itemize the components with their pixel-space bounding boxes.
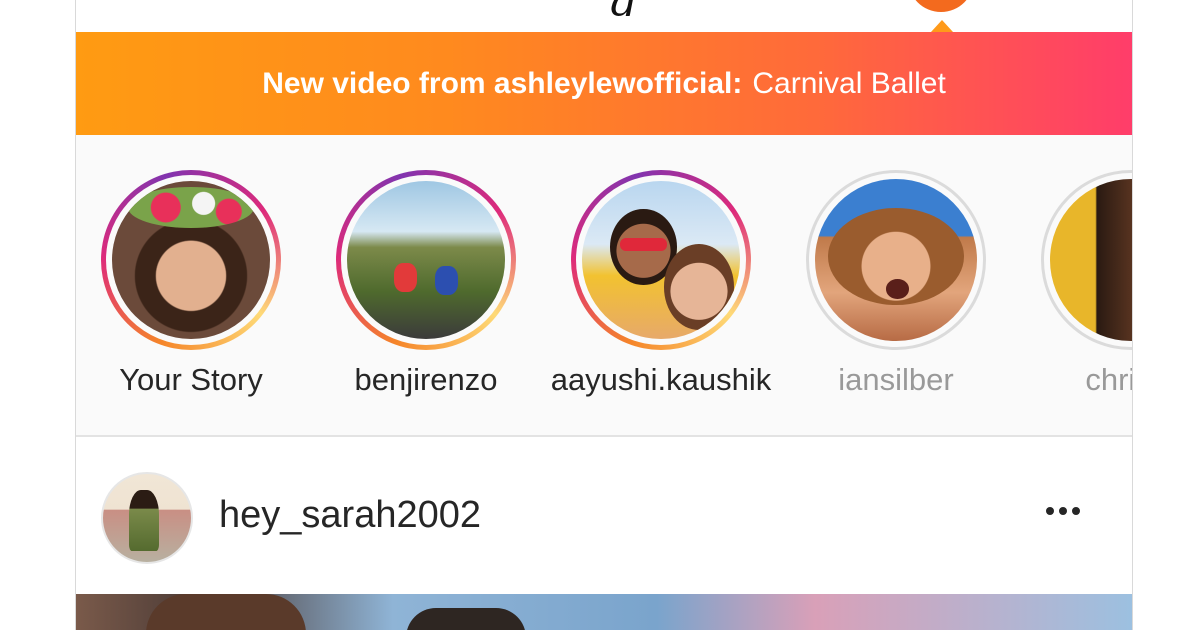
story-ring <box>571 170 751 350</box>
story-ring <box>101 170 281 350</box>
stories-tray: Your Story benjirenzo aayushi.kaushik ia… <box>76 135 1132 435</box>
story-item-iansilber[interactable]: iansilber <box>776 170 1016 398</box>
story-item-christe[interactable]: christe <box>1011 170 1132 398</box>
story-ring <box>806 170 986 350</box>
avatar <box>1050 179 1132 341</box>
notification-pointer <box>931 20 953 32</box>
story-ring <box>336 170 516 350</box>
story-item-aayushi-kaushik[interactable]: aayushi.kaushik <box>541 170 781 398</box>
post-header: hey_sarah2002 <box>76 437 1132 594</box>
story-label: christe <box>1085 362 1132 397</box>
avatar <box>347 181 505 339</box>
story-item-your-story[interactable]: Your Story <box>76 170 311 398</box>
story-label: iansilber <box>838 362 954 397</box>
avatar <box>582 181 740 339</box>
notification-banner[interactable]: New video from ashleylewofficial: Carniv… <box>76 32 1132 135</box>
top-navigation-bar: g <box>76 0 1132 32</box>
avatar <box>815 179 977 341</box>
story-item-benjirenzo[interactable]: benjirenzo <box>306 170 546 398</box>
activity-icon[interactable] <box>908 0 974 12</box>
more-horizontal-icon[interactable] <box>1046 507 1080 515</box>
story-label: Your Story <box>119 362 263 397</box>
post-username[interactable]: hey_sarah2002 <box>219 494 481 537</box>
avatar <box>112 181 270 339</box>
app-screen: g New video from ashleylewofficial: Carn… <box>75 0 1133 630</box>
instagram-logo: g <box>608 0 648 16</box>
post-image[interactable] <box>76 594 1132 630</box>
story-ring <box>1041 170 1132 350</box>
banner-lead-text: New video from ashleylewofficial: <box>262 66 743 100</box>
post-author-avatar[interactable] <box>101 472 193 564</box>
banner-video-title: Carnival Ballet <box>752 66 946 100</box>
story-label: aayushi.kaushik <box>550 362 772 397</box>
story-label: benjirenzo <box>354 362 498 397</box>
